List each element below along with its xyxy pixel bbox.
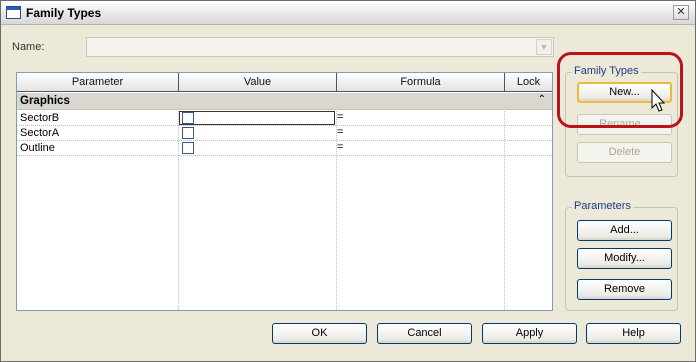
value-checkbox[interactable] xyxy=(182,112,194,124)
delete-type-button[interactable]: Delete xyxy=(577,142,672,163)
remove-parameter-button[interactable]: Remove xyxy=(577,279,672,300)
table-row[interactable]: SectorA = xyxy=(17,126,552,141)
window-title: Family Types xyxy=(26,6,102,20)
parameter-name: SectorB xyxy=(20,112,60,124)
column-header-parameter[interactable]: Parameter xyxy=(17,73,179,91)
column-header-formula[interactable]: Formula xyxy=(337,73,505,91)
table-row[interactable]: Outline = xyxy=(17,141,552,156)
help-button[interactable]: Help xyxy=(586,323,681,344)
ok-button[interactable]: OK xyxy=(272,323,367,344)
table-row[interactable]: SectorB = xyxy=(17,111,552,126)
name-label: Name: xyxy=(12,41,45,53)
window-icon xyxy=(6,6,21,19)
modify-parameter-button[interactable]: Modify... xyxy=(577,248,672,269)
group-row-graphics[interactable]: Graphics ⌃ xyxy=(17,93,552,110)
formula-cell[interactable]: = xyxy=(337,111,343,123)
name-dropdown[interactable]: ▼ xyxy=(86,37,554,57)
collapse-icon[interactable]: ⌃ xyxy=(538,94,546,105)
value-edit-field[interactable] xyxy=(179,111,335,125)
add-parameter-button[interactable]: Add... xyxy=(577,220,672,241)
mouse-cursor-icon xyxy=(651,89,665,112)
group-label: Graphics xyxy=(20,95,70,107)
close-icon[interactable]: ✕ xyxy=(673,5,689,20)
column-header-lock[interactable]: Lock xyxy=(505,73,552,91)
column-header-value[interactable]: Value xyxy=(179,73,337,91)
parameters-caption: Parameters xyxy=(572,200,633,212)
formula-cell[interactable]: = xyxy=(337,141,343,153)
parameter-name: SectorA xyxy=(20,127,60,139)
title-bar[interactable]: Family Types ✕ xyxy=(1,1,695,25)
parameter-grid: Parameter Value Formula Lock Graphics ⌃ … xyxy=(16,72,553,311)
chevron-down-icon[interactable]: ▼ xyxy=(536,39,552,55)
formula-cell[interactable]: = xyxy=(337,126,343,138)
cancel-button[interactable]: Cancel xyxy=(377,323,472,344)
parameter-name: Outline xyxy=(20,142,55,154)
family-types-dialog: Family Types ✕ Name: ▼ Parameter Value F… xyxy=(0,0,696,362)
value-checkbox[interactable] xyxy=(182,127,194,139)
grid-header: Parameter Value Formula Lock xyxy=(17,73,552,92)
value-checkbox[interactable] xyxy=(182,142,194,154)
apply-button[interactable]: Apply xyxy=(482,323,577,344)
